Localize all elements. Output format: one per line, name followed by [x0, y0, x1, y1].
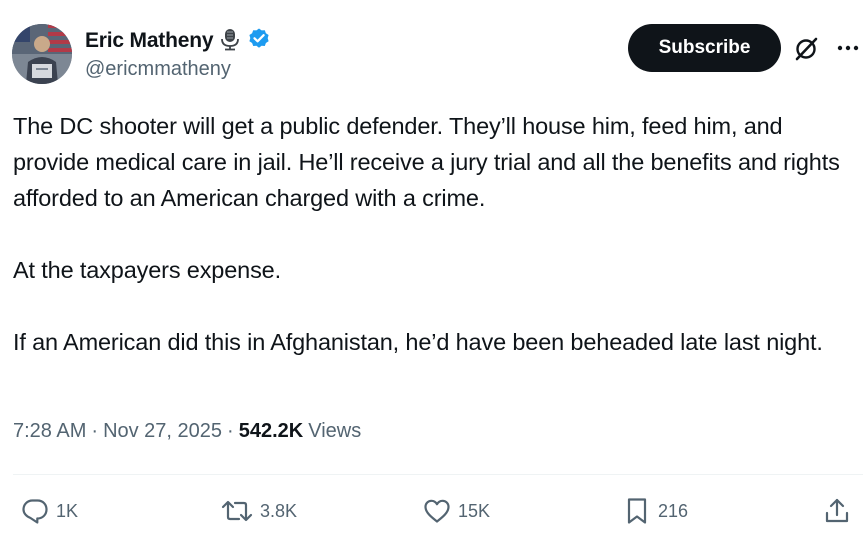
views-label: Views [308, 420, 362, 442]
share-button[interactable] [822, 494, 852, 528]
views-count: 542.2K [238, 420, 304, 442]
author-handle[interactable]: @ericmmatheny [85, 58, 231, 81]
divider [13, 474, 863, 475]
subscribe-button[interactable]: Subscribe [628, 24, 781, 72]
author-name-row: Eric Matheny [85, 28, 271, 54]
tweet-time[interactable]: 7:28 AM [13, 420, 86, 443]
verified-badge-icon[interactable] [247, 27, 271, 56]
bookmark-button[interactable]: 216 [622, 494, 688, 528]
tweet-meta: 7:28 AM · Nov 27, 2025 · 542.2K Views [13, 420, 361, 443]
bookmark-icon [622, 496, 652, 526]
reply-button[interactable]: 1K [20, 494, 78, 528]
more-options-icon[interactable] [834, 36, 862, 60]
repost-button[interactable]: 3.8K [220, 494, 297, 528]
microphone-icon [219, 27, 241, 56]
reply-count: 1K [56, 500, 79, 521]
tweet-date[interactable]: Nov 27, 2025 [103, 420, 222, 443]
meta-separator: · [91, 420, 99, 442]
like-button[interactable]: 15K [422, 494, 490, 528]
reply-icon [20, 496, 50, 526]
repost-icon [220, 496, 254, 526]
author-display-name[interactable]: Eric Matheny [85, 29, 214, 53]
tweet-container: Eric Matheny @ericmmatheny Subscribe The… [0, 0, 865, 546]
repost-count: 3.8K [260, 500, 298, 521]
heart-icon [422, 496, 452, 526]
share-icon [822, 496, 852, 526]
like-count: 15K [458, 500, 491, 521]
grok-icon[interactable] [792, 35, 820, 63]
tweet-text: The DC shooter will get a public defende… [13, 113, 840, 355]
avatar[interactable] [12, 24, 72, 84]
meta-separator: · [227, 420, 234, 442]
bookmark-count: 216 [658, 500, 689, 521]
